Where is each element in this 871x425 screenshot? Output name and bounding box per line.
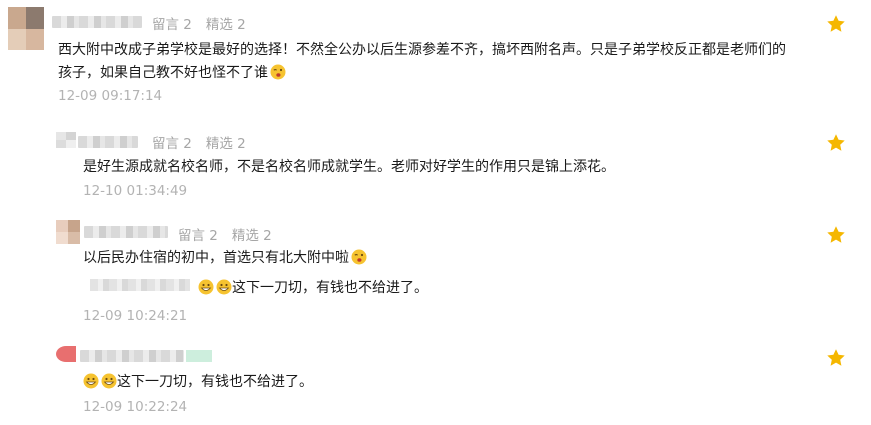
comment-text: 以后民办住宿的初中，首选只有北大附中啦 <box>83 247 783 270</box>
avatar[interactable] <box>56 132 76 148</box>
avatar[interactable] <box>8 7 44 50</box>
comment-stats: 留言 2 精选 2 <box>152 13 246 33</box>
avatar[interactable] <box>56 220 80 244</box>
wink-emoji-icon <box>351 249 367 265</box>
star-icon[interactable] <box>826 348 846 368</box>
timestamp: 12-09 09:17:14 <box>58 88 163 104</box>
quoted-reply: 这下一刀切，有钱也不给进了。 <box>90 278 428 298</box>
quoted-username-blurred <box>90 279 190 291</box>
comment-text: 是好生源成就名校名师，不是名校名师成就学生。老师对好学生的作用只是锦上添花。 <box>83 159 615 175</box>
star-icon[interactable] <box>826 225 846 245</box>
timestamp: 12-09 10:24:21 <box>83 308 188 324</box>
star-icon[interactable] <box>826 133 846 153</box>
comment-text: 这下一刀切，有钱也不给进了。 <box>83 371 783 394</box>
username-blurred[interactable] <box>52 16 142 28</box>
comment-stats: 留言 2 精选 2 <box>178 224 272 244</box>
grin-emoji-icon <box>101 373 117 389</box>
timestamp: 12-09 10:22:24 <box>83 399 188 415</box>
username-blurred[interactable] <box>84 226 168 238</box>
grin-emoji-icon <box>216 279 232 295</box>
timestamp: 12-10 01:34:49 <box>83 183 188 199</box>
comment-stats: 留言 2 精选 2 <box>152 132 246 152</box>
pick-count: 精选 2 <box>205 17 246 33</box>
grin-emoji-icon <box>198 279 214 295</box>
grin-emoji-icon <box>83 373 99 389</box>
wink-emoji-icon <box>270 64 286 80</box>
message-count: 留言 2 <box>152 136 192 152</box>
avatar[interactable] <box>56 346 76 362</box>
pick-count: 精选 2 <box>231 228 272 244</box>
message-count: 留言 2 <box>152 17 192 33</box>
username-blurred[interactable] <box>78 136 138 148</box>
username-blurred-tail <box>186 350 212 362</box>
message-count: 留言 2 <box>178 228 218 244</box>
username-blurred[interactable] <box>80 350 184 362</box>
star-icon[interactable] <box>826 14 846 34</box>
pick-count: 精选 2 <box>205 136 246 152</box>
comment-text: 西大附中改成子弟学校是最好的选择！不然全公办以后生源参差不齐，搞坏西附名声。只是… <box>58 42 786 81</box>
